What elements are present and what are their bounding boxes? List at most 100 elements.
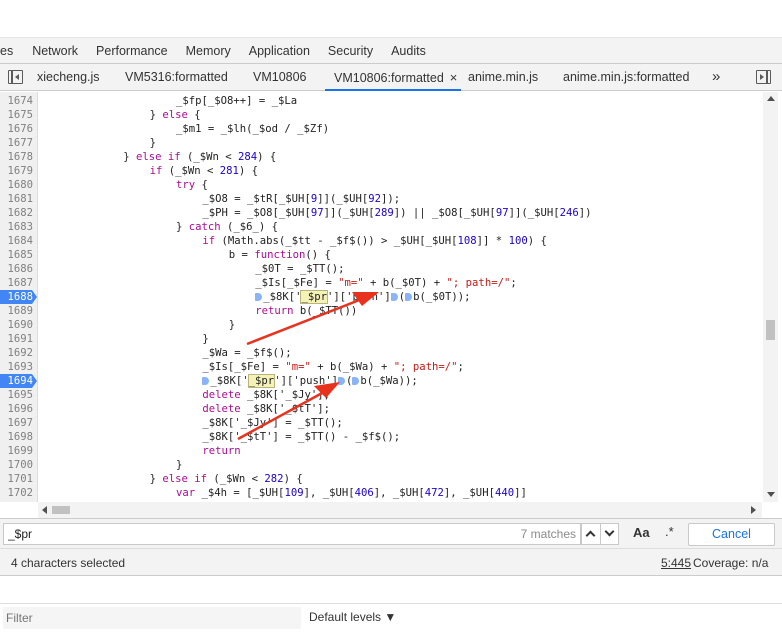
file-tab-anime-min-formatted[interactable]: anime.min.js:formatted xyxy=(563,64,689,91)
code-line[interactable]: 1699 return xyxy=(0,444,762,458)
panel-tab-memory[interactable]: Memory xyxy=(177,38,240,64)
line-number[interactable]: 1679 xyxy=(0,164,33,178)
panel-tab-elements[interactable]: es xyxy=(0,38,23,64)
code-line[interactable]: 1691} xyxy=(0,332,762,346)
file-tab-anime-min[interactable]: anime.min.js xyxy=(468,64,538,91)
panel-tab-audits[interactable]: Audits xyxy=(382,38,435,64)
inline-breakpoint-marker-icon[interactable] xyxy=(255,293,263,301)
line-number[interactable]: 1687 xyxy=(0,276,33,290)
line-number[interactable]: 1695 xyxy=(0,388,33,402)
code-line[interactable]: 1697 _$8K['_$Jy'] = _$TT(); xyxy=(0,416,762,430)
line-number[interactable]: 1677 xyxy=(0,136,33,150)
line-number[interactable]: 1701 xyxy=(0,472,33,486)
code-line[interactable]: 1688 _$8K['_$pr']['push'](b(_$0T)); xyxy=(0,290,762,304)
horizontal-scrollbar[interactable] xyxy=(38,502,762,518)
code-line[interactable]: 1695 delete _$8K['_$Jy']; xyxy=(0,388,762,402)
search-input[interactable] xyxy=(8,526,448,542)
breakpoint-line-number[interactable]: 1688 xyxy=(0,290,37,304)
line-number[interactable]: 1700 xyxy=(0,458,33,472)
code-line[interactable]: 1692 _$Wa = _$f$(); xyxy=(0,346,762,360)
file-tab-vm5316-formatted[interactable]: VM5316:formatted xyxy=(125,64,228,91)
code-line[interactable]: 1698 _$8K['_$tT'] = _$TT() - _$f$(); xyxy=(0,430,762,444)
code-line[interactable]: 1675} else { xyxy=(0,108,762,122)
code-line[interactable]: 1681 _$O8 = _$tR[_$UH[9]](_$UH[92]); xyxy=(0,192,762,206)
breakpoint-line-number[interactable]: 1694 xyxy=(0,374,37,388)
toggle-debugger-icon[interactable] xyxy=(756,70,771,84)
scroll-up-icon[interactable] xyxy=(767,96,775,101)
toggle-navigator-icon[interactable] xyxy=(8,70,23,84)
line-number[interactable]: 1691 xyxy=(0,332,33,346)
cancel-button[interactable]: Cancel xyxy=(688,523,775,546)
code-line[interactable]: 1676 _$m1 = _$lh(_$od / _$Zf) xyxy=(0,122,762,136)
line-number[interactable]: 1681 xyxy=(0,192,33,206)
regex-button[interactable]: .* xyxy=(665,524,674,539)
code-line[interactable]: 1683} catch (_$6_) { xyxy=(0,220,762,234)
panel-tab-performance[interactable]: Performance xyxy=(87,38,177,64)
line-number[interactable]: 1703 xyxy=(0,500,33,502)
inline-breakpoint-marker-icon[interactable] xyxy=(390,293,398,301)
next-match-button[interactable] xyxy=(600,523,619,545)
code-line[interactable]: 1694 _$8K['_$pr']['push'](b(_$Wa)); xyxy=(0,374,762,388)
code-line[interactable]: 1680 try { xyxy=(0,178,762,192)
line-number[interactable]: 1685 xyxy=(0,248,33,262)
code-line[interactable]: 1689 return b(_$TT()) xyxy=(0,304,762,318)
line-number[interactable]: 1690 xyxy=(0,318,33,332)
code-line[interactable]: 1690} xyxy=(0,318,762,332)
inline-breakpoint-marker-icon[interactable] xyxy=(352,377,360,385)
line-number[interactable]: 1697 xyxy=(0,416,33,430)
code-line[interactable]: 1682 _$PH = _$O8[_$UH[97]](_$UH[289]) || … xyxy=(0,206,762,220)
inline-breakpoint-marker-icon[interactable] xyxy=(202,377,210,385)
log-levels-dropdown[interactable]: Default levels ▼ xyxy=(309,610,396,624)
code-line[interactable]: 1702 var _$4h = [_$UH[109], _$UH[406], _$… xyxy=(0,486,762,500)
line-number[interactable]: 1675 xyxy=(0,108,33,122)
panel-tab-security[interactable]: Security xyxy=(319,38,382,64)
code-line[interactable]: 1679 if (_$Wn < 281) { xyxy=(0,164,762,178)
code-line[interactable]: 1674 _$fp[_$O8++] = _$La xyxy=(0,94,762,108)
more-tabs-icon[interactable]: » xyxy=(712,64,720,91)
line-number[interactable]: 1682 xyxy=(0,206,33,220)
panel-tab-network[interactable]: Network xyxy=(23,38,87,64)
code-line[interactable]: 1678} else if (_$Wn < 284) { xyxy=(0,150,762,164)
match-case-button[interactable]: Aa xyxy=(633,525,650,540)
code-line[interactable]: 1686 _$0T = _$TT(); xyxy=(0,262,762,276)
console-filter-input[interactable] xyxy=(3,607,301,629)
vertical-scroll-thumb[interactable] xyxy=(766,320,775,340)
file-tab-vm10806[interactable]: VM10806 xyxy=(253,64,307,91)
line-number[interactable]: 1699 xyxy=(0,444,33,458)
line-number[interactable]: 1674 xyxy=(0,94,33,108)
line-number[interactable]: 1683 xyxy=(0,220,33,234)
line-number[interactable]: 1680 xyxy=(0,178,33,192)
line-number[interactable]: 1676 xyxy=(0,122,33,136)
line-number[interactable]: 1693 xyxy=(0,360,33,374)
inline-breakpoint-marker-icon[interactable] xyxy=(337,377,345,385)
horizontal-scroll-thumb[interactable] xyxy=(52,506,70,514)
previous-match-button[interactable] xyxy=(581,523,600,545)
scroll-down-icon[interactable] xyxy=(767,492,775,497)
panel-tab-application[interactable]: Application xyxy=(240,38,319,64)
inline-breakpoint-marker-icon[interactable] xyxy=(405,293,413,301)
line-number[interactable]: 1692 xyxy=(0,346,33,360)
line-number[interactable]: 1702 xyxy=(0,486,33,500)
code-line[interactable]: 1687 _$Is[_$Fe] = "m=" + b(_$0T) + "; pat… xyxy=(0,276,762,290)
code-line[interactable]: 1700} xyxy=(0,458,762,472)
code-line[interactable]: 1685 b = function() { xyxy=(0,248,762,262)
code-editor[interactable]: 1674 _$fp[_$O8++] = _$La 1675} else {1676 _… xyxy=(0,92,782,518)
line-number[interactable]: 1689 xyxy=(0,304,33,318)
scroll-left-icon[interactable] xyxy=(42,506,47,514)
code-line[interactable]: 1677} xyxy=(0,136,762,150)
cursor-position-link[interactable]: 5:445 xyxy=(661,556,691,570)
code-line[interactable]: 1696 delete _$8K['_$tT']; xyxy=(0,402,762,416)
code-line[interactable]: 1684 if (Math.abs(_$tt - _$f$()) > _$UH[_… xyxy=(0,234,762,248)
line-number[interactable]: 1686 xyxy=(0,262,33,276)
line-number[interactable]: 1696 xyxy=(0,402,33,416)
vertical-scrollbar[interactable] xyxy=(763,92,778,502)
line-number[interactable]: 1678 xyxy=(0,150,33,164)
code-line[interactable]: 1693 _$Is[_$Fe] = "m=" + b(_$Wa) + "; pat… xyxy=(0,360,762,374)
code-lines[interactable]: 1674 _$fp[_$O8++] = _$La 1675} else {1676 _… xyxy=(0,92,762,502)
file-tab-xiecheng[interactable]: xiecheng.js xyxy=(37,64,100,91)
scroll-right-icon[interactable] xyxy=(751,506,756,514)
file-tab-vm10806-formatted[interactable]: VM10806:formatted × xyxy=(325,64,462,91)
line-number[interactable]: 1684 xyxy=(0,234,33,248)
line-number[interactable]: 1698 xyxy=(0,430,33,444)
code-line[interactable]: 1701} else if (_$Wn < 282) { xyxy=(0,472,762,486)
